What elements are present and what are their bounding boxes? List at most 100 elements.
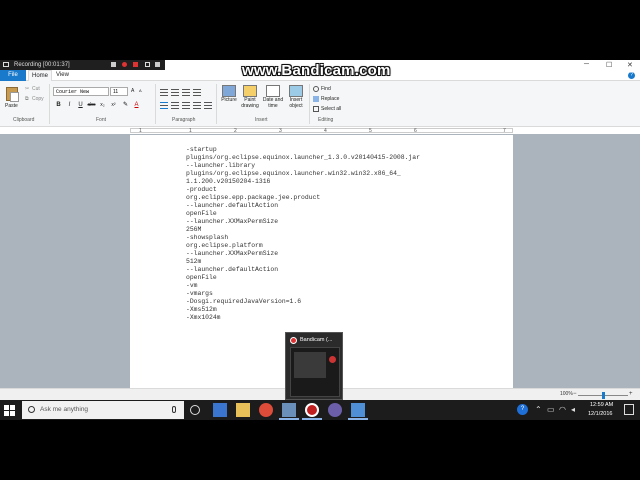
media-player-icon[interactable]	[328, 403, 342, 417]
decrease-indent-icon[interactable]	[160, 89, 168, 96]
stop-icon[interactable]	[133, 62, 138, 67]
file-explorer-icon[interactable]	[236, 403, 250, 417]
shrink-font-icon[interactable]: A	[139, 88, 142, 93]
wifi-icon[interactable]: ◠	[559, 405, 566, 414]
divider	[49, 84, 50, 124]
calendar-icon	[266, 85, 280, 97]
subscript-button[interactable]: x₂	[98, 101, 107, 110]
document-line[interactable]: -Xms512m	[186, 306, 420, 314]
document-line[interactable]: -startup	[186, 146, 420, 154]
insert-picture-button[interactable]: Picture	[219, 85, 239, 117]
paragraph-settings-icon[interactable]	[204, 102, 212, 109]
wordpad-taskbar-icon[interactable]	[351, 403, 365, 417]
line-spacing-icon[interactable]	[193, 89, 201, 96]
clock-date[interactable]: 12/1/2016	[588, 411, 612, 417]
highlight-icon[interactable]: ✎	[121, 101, 130, 110]
copy-button[interactable]: Copy	[32, 96, 44, 102]
microphone-icon[interactable]	[172, 406, 176, 413]
document-line[interactable]: 512m	[186, 258, 420, 266]
windows-start-button[interactable]	[4, 405, 15, 416]
document-line[interactable]: openFile	[186, 210, 420, 218]
align-center-icon[interactable]	[171, 102, 179, 109]
superscript-button[interactable]: x²	[109, 101, 118, 110]
document-line[interactable]: --launcher.library	[186, 162, 420, 170]
clock-time[interactable]: 12:59 AM	[590, 402, 613, 408]
align-left-icon[interactable]	[160, 102, 168, 109]
document-line[interactable]: org.eclipse.epp.package.jee.product	[186, 194, 420, 202]
document-line[interactable]: plugins/org.eclipse.equinox.launcher_1.3…	[186, 154, 420, 162]
object-icon	[289, 85, 303, 97]
store-icon[interactable]	[213, 403, 227, 417]
font-family-select[interactable]: Courier New	[53, 87, 109, 96]
maximize-icon[interactable]: ☐	[606, 61, 612, 69]
cortana-search-box[interactable]: Ask me anything	[22, 401, 184, 419]
copy-icon: ⧉	[25, 96, 29, 102]
zoom-in-button[interactable]: +	[629, 391, 633, 397]
tab-view[interactable]: View	[56, 70, 69, 81]
insert-object-button[interactable]: Insert object	[285, 85, 307, 117]
document-line[interactable]: --launcher.XXMaxPermSize	[186, 218, 420, 226]
close-icon[interactable]	[155, 62, 160, 67]
document-line[interactable]: org.eclipse.platform	[186, 242, 420, 250]
align-right-icon[interactable]	[182, 102, 190, 109]
document-line[interactable]: --launcher.XXMaxPermSize	[186, 250, 420, 258]
document-line[interactable]: --launcher.defaultAction	[186, 202, 420, 210]
tray-chevron-icon[interactable]: ⌃	[535, 405, 542, 414]
help-icon[interactable]: ?	[628, 72, 635, 79]
people-icon[interactable]: ?	[517, 404, 528, 415]
document-text[interactable]: -startup plugins/org.eclipse.equinox.laun…	[186, 146, 420, 322]
paint-drawing-button[interactable]: Paint drawing	[239, 85, 261, 117]
chrome-icon[interactable]	[259, 403, 273, 417]
replace-button[interactable]: Replace	[313, 95, 339, 103]
document-line[interactable]: 256M	[186, 226, 420, 234]
camera-icon[interactable]	[145, 62, 150, 67]
select-all-button[interactable]: Select all	[313, 105, 341, 113]
network-icon[interactable]: ▭	[547, 405, 555, 414]
zoom-slider[interactable]	[578, 392, 628, 399]
document-line[interactable]: -product	[186, 186, 420, 194]
active-indicator	[348, 418, 368, 420]
divider	[216, 84, 217, 124]
bandicam-taskbar-icon[interactable]	[305, 403, 319, 417]
ruler-strip[interactable]: 1 1 2 3 4 5 6 7	[130, 128, 513, 134]
font-size-select[interactable]: 11	[110, 87, 128, 96]
underline-button[interactable]: U	[76, 101, 85, 110]
document-line[interactable]: --launcher.defaultAction	[186, 266, 420, 274]
paste-button[interactable]: Paste	[5, 85, 21, 111]
justify-icon[interactable]	[193, 102, 201, 109]
cut-button[interactable]: Cut	[32, 86, 40, 92]
document-line[interactable]: -Xmx1024m	[186, 314, 420, 322]
document-line[interactable]: -Dosgi.requiredJavaVersion=1.6	[186, 298, 420, 306]
text-color-button[interactable]: A	[132, 101, 141, 110]
bold-button[interactable]: B	[54, 101, 63, 110]
bandicam-watermark: www.Bandicam.com	[242, 62, 391, 79]
zoom-thumb[interactable]	[602, 392, 605, 399]
bullets-icon[interactable]	[182, 89, 190, 96]
document-line[interactable]: 1.1.200.v20150204-1316	[186, 178, 420, 186]
increase-indent-icon[interactable]	[171, 89, 179, 96]
minimize-icon[interactable]: ─	[584, 61, 589, 68]
preview-image	[290, 347, 340, 397]
close-icon[interactable]: ✕	[627, 61, 633, 69]
document-line[interactable]: -vm	[186, 282, 420, 290]
picture-label: Picture	[221, 97, 237, 103]
document-line[interactable]: openFile	[186, 274, 420, 282]
tab-file[interactable]: File	[0, 70, 26, 81]
notification-icon[interactable]	[624, 404, 634, 415]
windows-logo-icon	[4, 405, 9, 410]
task-view-icon[interactable]	[190, 405, 200, 415]
app-icon[interactable]	[282, 403, 296, 417]
date-time-button[interactable]: Date and time	[261, 85, 285, 117]
document-line[interactable]: -showsplash	[186, 234, 420, 242]
strikethrough-button[interactable]: abc	[87, 101, 96, 110]
volume-icon[interactable]: ◂	[571, 405, 575, 414]
find-button[interactable]: Find	[313, 85, 331, 93]
document-line[interactable]: plugins/org.eclipse.equinox.launcher.win…	[186, 170, 420, 178]
grow-font-icon[interactable]: A	[131, 88, 134, 94]
record-icon[interactable]	[122, 62, 127, 67]
pencil-icon[interactable]	[111, 62, 116, 67]
italic-button[interactable]: I	[65, 101, 74, 110]
taskbar-thumbnail-preview[interactable]: Bandicam (...	[285, 332, 343, 400]
zoom-out-button[interactable]: −	[573, 391, 577, 397]
document-line[interactable]: -vmargs	[186, 290, 420, 298]
